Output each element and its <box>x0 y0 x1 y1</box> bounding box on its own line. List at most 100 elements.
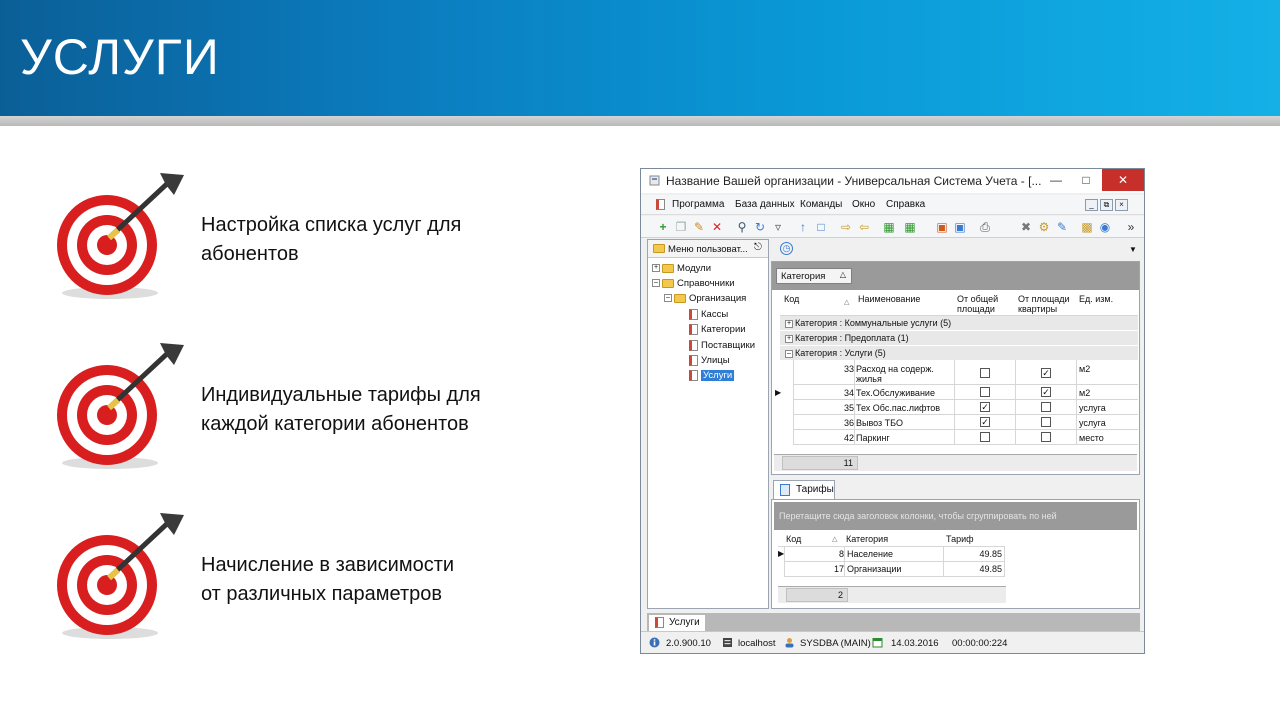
sort-asc-icon: △ <box>839 270 846 279</box>
mdi-close-icon[interactable]: × <box>1115 199 1128 211</box>
delete-icon[interactable]: ✕ <box>710 220 724 234</box>
menu-window[interactable]: Окно <box>852 199 875 210</box>
lock-icon[interactable]: ▩ <box>1080 220 1094 234</box>
checkbox-apartment-area[interactable] <box>1041 417 1051 427</box>
add-icon[interactable]: + <box>656 220 670 234</box>
col-header-name[interactable]: Наименование <box>858 294 920 304</box>
document-icon <box>689 339 698 351</box>
clock-icon[interactable]: ◷ <box>780 242 793 255</box>
checkbox-total-area[interactable] <box>980 368 990 378</box>
refresh-icon[interactable]: ↻ <box>753 220 767 234</box>
filter-icon[interactable]: ▿ <box>771 220 785 234</box>
col-header-code[interactable]: Код <box>786 534 801 544</box>
cell-tariff: 49.85 <box>979 564 1002 574</box>
col-header-apartment-area[interactable]: От площади квартиры <box>1018 294 1070 314</box>
import-icon[interactable]: ⇦ <box>857 220 871 234</box>
window-titlebar[interactable]: Название Вашей организации - Универсальн… <box>641 169 1144 193</box>
grid-vline <box>854 360 855 445</box>
settings-icon[interactable]: ⚙ <box>1037 220 1051 234</box>
maximize-button[interactable]: □ <box>1071 169 1101 191</box>
notes-icon[interactable]: ✎ <box>1055 220 1069 234</box>
excel-dropdown-icon[interactable]: ▦ <box>903 220 917 234</box>
checkbox-apartment-area[interactable]: ✓ <box>1041 387 1051 397</box>
group-row-communal[interactable]: + Категория : Коммунальные услуги (5) <box>780 316 1138 330</box>
bullet-2: Индивидуальные тарифы для каждой категор… <box>52 335 572 475</box>
checkbox-total-area[interactable]: ✓ <box>980 417 990 427</box>
row-divider <box>794 399 1138 400</box>
col-header-category[interactable]: Категория <box>846 534 888 544</box>
tariffs-grid: Перетащите сюда заголовок колонки, чтобы… <box>771 499 1140 609</box>
col-header-apartment-area-line-2: квартиры <box>1018 304 1058 314</box>
col-header-apartment-area-line-1: От площади <box>1018 294 1070 304</box>
close-window-icon[interactable]: ▣ <box>953 220 967 234</box>
pin-icon[interactable]: ⎋ <box>754 242 762 253</box>
expand-icon[interactable]: + <box>652 264 660 273</box>
open-window-icon[interactable]: ▣ <box>935 220 949 234</box>
users-icon[interactable]: ◉ <box>1098 220 1112 234</box>
cell-name: Паркинг <box>856 433 890 443</box>
tree-item-modules[interactable]: + Модули <box>652 262 711 277</box>
collapse-icon[interactable]: – <box>664 294 672 303</box>
group-by-category-tag[interactable]: Категория △ <box>776 268 852 284</box>
menu-help[interactable]: Справка <box>886 199 925 210</box>
tree-item-directories[interactable]: – Справочники <box>652 277 735 292</box>
col-header-code[interactable]: Код <box>784 294 799 304</box>
toolbar-overflow-icon[interactable]: » <box>1124 220 1138 234</box>
checkbox-apartment-area[interactable] <box>1041 402 1051 412</box>
copy-icon[interactable]: ❐ <box>674 220 688 234</box>
sort-asc-icon[interactable]: ↑ <box>796 220 810 234</box>
tab-tariffs[interactable]: Тарифы <box>773 480 835 499</box>
mdi-minimize-icon[interactable]: _ <box>1085 199 1098 211</box>
checkbox-apartment-area[interactable]: ✓ <box>1041 368 1051 378</box>
tools-icon[interactable]: ✖ <box>1019 220 1033 234</box>
bullet-1-line-1: Настройка списка услуг для <box>201 214 462 236</box>
edit-icon[interactable]: ✎ <box>692 220 706 234</box>
tab-services[interactable]: Услуги <box>649 615 705 631</box>
expand-icon[interactable]: + <box>785 334 793 343</box>
col-header-tariff[interactable]: Тариф <box>946 534 974 544</box>
cell-code: 42 <box>843 433 854 443</box>
menu-commands[interactable]: Команды <box>800 199 842 210</box>
row-count: 2 <box>786 588 848 602</box>
group-row-prepayment[interactable]: + Категория : Предоплата (1) <box>780 331 1138 345</box>
export-icon[interactable]: ⇨ <box>839 220 853 234</box>
search-icon[interactable]: ⚲ <box>735 220 749 234</box>
group-by-drop-area[interactable]: Перетащите сюда заголовок колонки, чтобы… <box>774 502 1137 530</box>
minimize-button[interactable]: — <box>1041 169 1071 191</box>
tree-item-label: Категории <box>701 324 746 335</box>
tree-item-categories[interactable]: Категории <box>689 323 746 338</box>
cell-code: 17 <box>833 564 844 574</box>
row-divider <box>794 444 1138 445</box>
tree-item-services[interactable]: Услуги <box>689 369 735 384</box>
checkbox-total-area[interactable] <box>980 387 990 397</box>
menu-program[interactable]: Программа <box>672 199 724 210</box>
tree-item-organization[interactable]: – Организация <box>664 292 746 307</box>
status-bar: 2.0.900.10 localhost SYSDBA (MAIN) 14.03… <box>641 631 1144 653</box>
checkbox-apartment-area[interactable] <box>1041 432 1051 442</box>
checkbox-total-area[interactable]: ✓ <box>980 402 990 412</box>
dropdown-arrow-icon[interactable]: ▼ <box>1129 245 1137 254</box>
tree-item-suppliers[interactable]: Поставщики <box>689 339 755 354</box>
col-header-total-area-line-2: площади <box>957 304 995 314</box>
expand-icon[interactable]: + <box>785 319 793 328</box>
tree-item-cash-desks[interactable]: Кассы <box>689 308 728 323</box>
tree-item-label-selected: Услуги <box>701 370 735 381</box>
menu-database[interactable]: База данных <box>735 199 795 210</box>
mdi-restore-icon[interactable]: ⧉ <box>1100 199 1113 211</box>
collapse-icon[interactable]: – <box>785 349 793 358</box>
checkbox-total-area[interactable] <box>980 432 990 442</box>
print-icon[interactable]: ⎙ <box>978 220 992 234</box>
bullet-3-line-1: Начисление в зависимости <box>201 554 455 576</box>
col-header-total-area[interactable]: От общей площади <box>957 294 998 314</box>
collapse-icon[interactable]: – <box>652 279 660 288</box>
row-divider <box>784 576 1004 577</box>
col-header-unit[interactable]: Ед. изм. <box>1079 294 1113 304</box>
tree-item-streets[interactable]: Улицы <box>689 354 730 369</box>
close-button[interactable]: ✕ <box>1102 169 1144 191</box>
excel-icon[interactable]: ▦ <box>882 220 896 234</box>
comment-icon[interactable]: □ <box>814 220 828 234</box>
status-version: 2.0.900.10 <box>666 638 711 649</box>
calendar-icon <box>872 638 883 648</box>
group-row-services[interactable]: – Категория : Услуги (5) <box>780 346 1138 360</box>
document-icon <box>689 354 698 366</box>
